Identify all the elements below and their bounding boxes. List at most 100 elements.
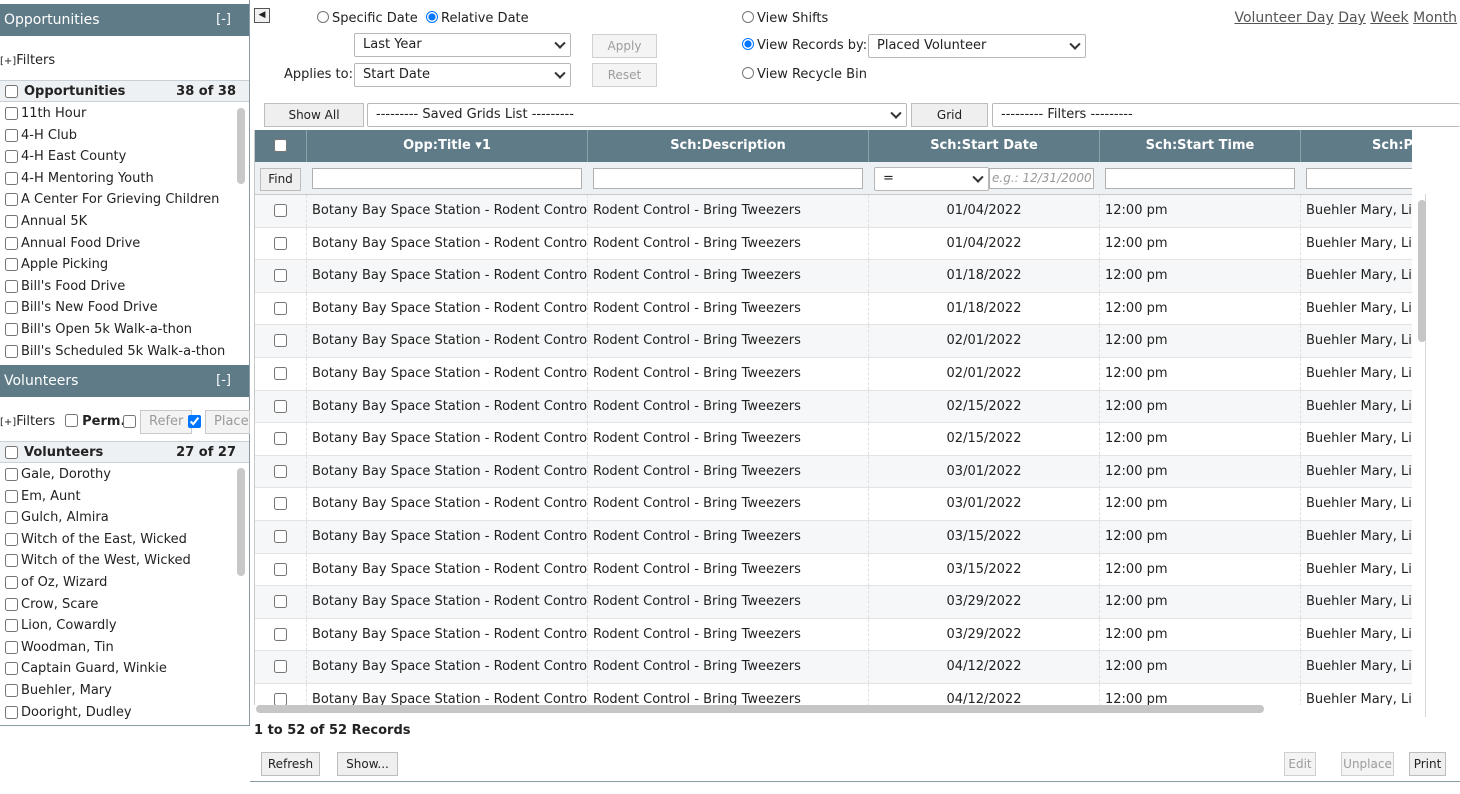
- grid-horizontal-scrollbar[interactable]: [256, 705, 1264, 713]
- grid-vertical-scrollbar[interactable]: [1418, 200, 1426, 342]
- volunteers-list-item[interactable]: Gulch, Almira: [0, 507, 236, 529]
- edit-button[interactable]: Edit: [1284, 752, 1316, 776]
- relative-date-radio[interactable]: [426, 11, 438, 23]
- link-week[interactable]: Week: [1370, 10, 1408, 26]
- table-row[interactable]: Botany Bay Space Station - Rodent Contro…: [255, 586, 1412, 619]
- view-shifts-radio[interactable]: [742, 11, 754, 23]
- row-checkbox[interactable]: [274, 464, 287, 478]
- date-filter-input[interactable]: e.g.: 12/31/2000: [989, 168, 1094, 189]
- select-all-volunteers-checkbox[interactable]: [5, 446, 18, 459]
- column-header-start-time[interactable]: Sch:Start Time: [1100, 130, 1301, 162]
- applies-to-select[interactable]: Start Date: [354, 63, 571, 87]
- opportunities-item-checkbox[interactable]: [5, 322, 18, 336]
- volunteers-item-checkbox[interactable]: [5, 619, 18, 633]
- volunteers-item-checkbox[interactable]: [5, 554, 18, 568]
- opportunities-item-checkbox[interactable]: [5, 214, 18, 228]
- volunteers-list-item[interactable]: Dooright, Dudley: [0, 702, 236, 723]
- table-row[interactable]: Botany Bay Space Station - Rodent Contro…: [255, 651, 1412, 684]
- volunteers-list-item[interactable]: Woodman, Tin: [0, 637, 236, 659]
- opportunities-list-item[interactable]: 4-H Mentoring Youth: [0, 168, 236, 190]
- row-checkbox[interactable]: [274, 269, 287, 283]
- place-checkbox[interactable]: [188, 415, 201, 428]
- table-row[interactable]: Botany Bay Space Station - Rodent Contro…: [255, 292, 1412, 326]
- volunteers-list-item[interactable]: Em, Aunt: [0, 486, 236, 508]
- opportunities-filters-toggle[interactable]: [+]Filters: [0, 48, 249, 74]
- unplace-button[interactable]: Unplace: [1341, 752, 1394, 776]
- show-all-button[interactable]: Show All: [264, 103, 364, 127]
- row-checkbox[interactable]: [274, 693, 287, 705]
- title-filter-input[interactable]: [312, 168, 582, 189]
- opportunities-list-item[interactable]: Bill's Open 5k Walk-a-thon: [0, 319, 236, 341]
- opportunities-list-item[interactable]: 4-H Club: [0, 125, 236, 147]
- refresh-button[interactable]: Refresh: [261, 752, 320, 776]
- relative-range-select[interactable]: Last Year: [354, 33, 571, 57]
- reset-button[interactable]: Reset: [592, 63, 657, 87]
- volunteers-item-checkbox[interactable]: [5, 640, 18, 654]
- opportunities-item-checkbox[interactable]: [5, 258, 18, 272]
- table-row[interactable]: Botany Bay Space Station - Rodent Contro…: [255, 195, 1412, 228]
- table-row[interactable]: Botany Bay Space Station - Rodent Contro…: [255, 684, 1412, 705]
- volunteers-list-item[interactable]: Witch of the East, Wicked: [0, 529, 236, 551]
- row-checkbox[interactable]: [274, 660, 287, 674]
- opportunities-item-checkbox[interactable]: [5, 150, 18, 164]
- link-month[interactable]: Month: [1413, 10, 1457, 26]
- records-by-select[interactable]: Placed Volunteer: [868, 34, 1086, 58]
- grid-settings-button[interactable]: Grid Settings: [911, 103, 988, 144]
- view-records-by-radio[interactable]: [742, 38, 754, 50]
- volunteers-item-checkbox[interactable]: [5, 597, 18, 611]
- link-volunteer-day[interactable]: Volunteer Day: [1234, 10, 1333, 26]
- link-day[interactable]: Day: [1338, 10, 1366, 26]
- volunteers-item-checkbox[interactable]: [5, 489, 18, 503]
- perm-checkbox[interactable]: [65, 414, 78, 427]
- column-header-opp-title[interactable]: Opp:Title ▾1: [307, 130, 588, 162]
- column-header-description[interactable]: Sch:Description: [588, 130, 869, 162]
- table-row[interactable]: Botany Bay Space Station - Rodent Contro…: [255, 390, 1412, 424]
- table-row[interactable]: Botany Bay Space Station - Rodent Contro…: [255, 455, 1412, 489]
- table-row[interactable]: Botany Bay Space Station - Rodent Contro…: [255, 553, 1412, 587]
- opportunities-list-item[interactable]: Bill's Food Drive: [0, 276, 236, 298]
- view-recycle-bin-option[interactable]: View Recycle Bin: [742, 67, 867, 82]
- select-all-opportunities-checkbox[interactable]: [5, 85, 18, 98]
- opportunities-item-checkbox[interactable]: [5, 107, 18, 120]
- volunteers-list-item[interactable]: of Oz, Wizard: [0, 572, 236, 594]
- view-recycle-bin-radio[interactable]: [742, 67, 754, 79]
- table-row[interactable]: Botany Bay Space Station - Rodent Contro…: [255, 618, 1412, 652]
- row-checkbox[interactable]: [274, 204, 287, 217]
- volunteers-list-item[interactable]: Witch of the West, Wicked: [0, 550, 236, 572]
- opportunities-list-item[interactable]: 11th Hour: [0, 103, 236, 125]
- opportunities-scrollbar[interactable]: [237, 108, 245, 184]
- print-button[interactable]: Print: [1409, 752, 1446, 776]
- volunteers-scrollbar[interactable]: [237, 468, 245, 576]
- opportunities-item-checkbox[interactable]: [5, 128, 18, 142]
- saved-grids-select[interactable]: --------- Saved Grids List ---------: [367, 103, 907, 127]
- select-all-rows-checkbox[interactable]: [274, 139, 287, 152]
- opportunities-item-checkbox[interactable]: [5, 279, 18, 293]
- volunteers-item-checkbox[interactable]: [5, 662, 18, 676]
- row-checkbox[interactable]: [274, 399, 287, 413]
- volunteers-item-checkbox[interactable]: [5, 683, 18, 697]
- placed-filter-input[interactable]: [1306, 168, 1412, 189]
- find-button[interactable]: Find: [260, 168, 301, 191]
- row-checkbox[interactable]: [274, 432, 287, 446]
- column-header-start-date[interactable]: Sch:Start Date: [869, 130, 1100, 162]
- row-checkbox[interactable]: [274, 595, 287, 609]
- opportunities-list-item[interactable]: 4-H East County: [0, 146, 236, 168]
- refer-checkbox[interactable]: [123, 415, 136, 428]
- table-row[interactable]: Botany Bay Space Station - Rodent Contro…: [255, 358, 1412, 391]
- volunteers-list-item[interactable]: Lion, Cowardly: [0, 615, 236, 637]
- opportunities-item-checkbox[interactable]: [5, 236, 18, 250]
- opportunities-list-item[interactable]: Bill's Scheduled 5k Walk-a-thon: [0, 341, 236, 362]
- volunteers-item-checkbox[interactable]: [5, 511, 18, 525]
- row-checkbox[interactable]: [274, 367, 287, 380]
- volunteers-list-item[interactable]: Crow, Scare: [0, 594, 236, 616]
- collapse-left-panel-button[interactable]: ◀: [254, 8, 270, 23]
- row-checkbox[interactable]: [274, 236, 287, 250]
- table-row[interactable]: Botany Bay Space Station - Rodent Contro…: [255, 488, 1412, 521]
- opportunities-list-item[interactable]: Annual 5K: [0, 211, 236, 233]
- opportunities-list-item[interactable]: A Center For Grieving Children: [0, 189, 236, 211]
- volunteers-filters-toggle[interactable]: [+]Filters: [0, 414, 55, 429]
- opportunities-list-item[interactable]: Apple Picking: [0, 254, 236, 276]
- volunteers-collapse-button[interactable]: [-]: [216, 365, 231, 397]
- volunteers-list-item[interactable]: Buehler, Mary: [0, 680, 236, 702]
- view-shifts-option[interactable]: View Shifts: [742, 11, 828, 26]
